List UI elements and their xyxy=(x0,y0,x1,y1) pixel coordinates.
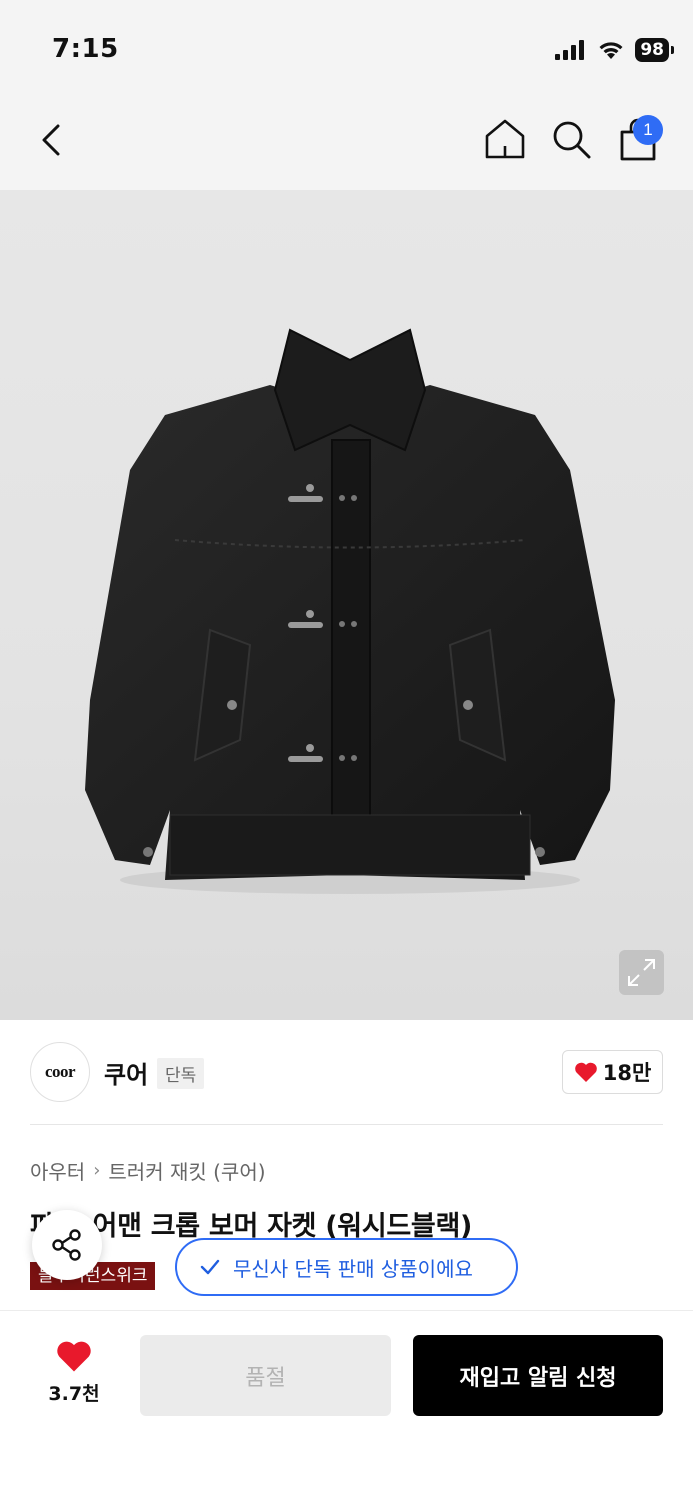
breadcrumb-category[interactable]: 아우터 xyxy=(30,1156,85,1185)
breadcrumb-subcategory[interactable]: 트러커 재킷 (쿠어) xyxy=(108,1156,265,1185)
home-icon[interactable] xyxy=(484,118,526,160)
back-arrow-icon[interactable] xyxy=(34,120,74,160)
soldout-button[interactable]: 품절 xyxy=(140,1335,391,1416)
expand-icon xyxy=(628,959,655,986)
check-icon xyxy=(200,1259,220,1275)
battery-icon: 98 xyxy=(635,38,674,62)
divider xyxy=(30,1124,663,1125)
restock-alert-button[interactable]: 재입고 알림 신청 xyxy=(413,1335,663,1416)
jacket-image xyxy=(85,328,615,894)
toast-text: 무신사 단독 판매 상품이에요 xyxy=(233,1256,473,1281)
status-icons: 98 xyxy=(555,38,674,62)
search-icon[interactable] xyxy=(550,118,592,160)
exclusive-toast: 무신사 단독 판매 상품이에요 xyxy=(175,1238,518,1296)
heart-icon xyxy=(574,1062,597,1082)
status-bar: 7:15 98 xyxy=(0,0,693,92)
wishlist-button[interactable]: 3.7천 xyxy=(40,1339,108,1406)
status-time: 7:15 xyxy=(52,34,119,64)
cart-count-badge[interactable]: 1 xyxy=(633,115,663,145)
brand-like-button[interactable]: 18만 xyxy=(562,1050,663,1094)
brand-row: coor 쿠어 단독 18만 xyxy=(0,1020,693,1124)
bottom-action-bar: 3.7천 품절 재입고 알림 신청 xyxy=(0,1310,693,1500)
heart-icon xyxy=(57,1341,91,1372)
share-button[interactable] xyxy=(32,1210,102,1280)
navigation-bar xyxy=(0,92,693,190)
brand-like-count: 18만 xyxy=(602,1061,652,1085)
wifi-icon xyxy=(599,42,623,59)
product-image[interactable] xyxy=(0,190,693,1020)
wishlist-count: 3.7천 xyxy=(48,1383,100,1405)
chevron-right-icon: › xyxy=(93,1160,101,1181)
cellular-signal-icon xyxy=(555,40,585,60)
breadcrumb: 아우터 › 트러커 재킷 (쿠어) xyxy=(30,1156,266,1185)
expand-image-button[interactable] xyxy=(619,950,664,995)
share-icon xyxy=(52,1229,81,1261)
brand-logo[interactable]: coor xyxy=(30,1042,90,1102)
brand-name[interactable]: 쿠어 xyxy=(104,1055,148,1090)
exclusive-tag: 단독 xyxy=(157,1058,205,1089)
